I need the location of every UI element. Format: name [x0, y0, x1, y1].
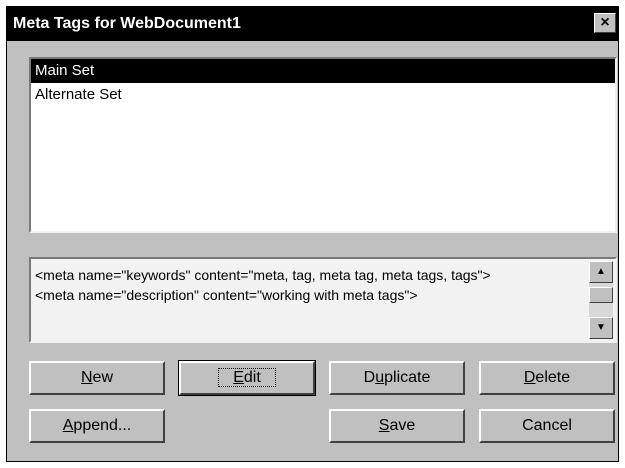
title-bar: Meta Tags for WebDocument1 ×	[7, 7, 618, 41]
preview-scrollbar[interactable]: ▲ ▼	[589, 261, 613, 339]
window-title: Meta Tags for WebDocument1	[13, 15, 241, 32]
append-button[interactable]: Append...	[29, 409, 165, 443]
list-item-main-set[interactable]: Main Set	[31, 59, 615, 83]
arrow-up-icon: ▲	[596, 266, 606, 277]
preview-line-keywords: <meta name="keywords" content="meta, tag…	[35, 267, 491, 283]
close-button[interactable]: ×	[594, 13, 616, 33]
meta-set-list[interactable]: Main Set Alternate Set	[29, 57, 617, 233]
scroll-down-button[interactable]: ▼	[589, 317, 613, 339]
scroll-up-button[interactable]: ▲	[589, 261, 613, 283]
close-icon: ×	[600, 14, 610, 31]
save-button[interactable]: Save	[329, 409, 465, 443]
duplicate-button[interactable]: Duplicate	[329, 361, 465, 395]
preview-text: <meta name="keywords" content="meta, tag…	[35, 265, 585, 305]
arrow-down-icon: ▼	[596, 322, 606, 333]
list-item-alternate-set[interactable]: Alternate Set	[31, 83, 615, 107]
meta-tag-preview[interactable]: <meta name="keywords" content="meta, tag…	[29, 257, 617, 343]
meta-tags-dialog: Meta Tags for WebDocument1 × Main Set Al…	[6, 6, 619, 462]
new-button[interactable]: New	[29, 361, 165, 395]
scroll-thumb[interactable]	[589, 287, 613, 303]
delete-button[interactable]: Delete	[479, 361, 615, 395]
edit-button[interactable]: Edit	[178, 360, 316, 396]
preview-line-description: <meta name="description" content="workin…	[35, 287, 418, 303]
cancel-button[interactable]: Cancel	[479, 409, 615, 443]
edit-focus: Edit	[218, 368, 276, 387]
